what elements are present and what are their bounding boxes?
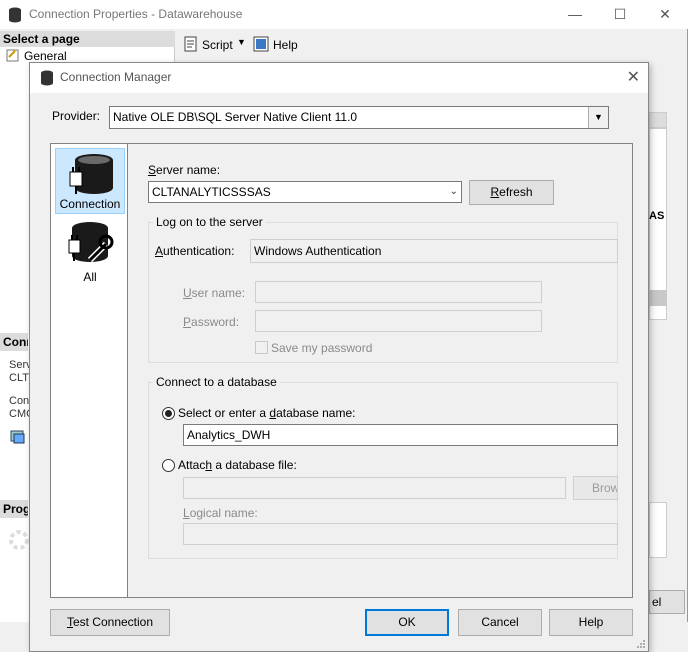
resize-grip-icon[interactable] xyxy=(636,639,646,649)
server-name-label: Server name: xyxy=(148,163,221,177)
logical-name-field[interactable] xyxy=(183,523,618,545)
database-wrench-icon xyxy=(68,222,114,263)
logon-group-title: Log on to the server xyxy=(153,215,266,229)
authentication-label: Authentication: xyxy=(155,244,235,258)
browse-button[interactable]: Brow xyxy=(573,476,618,500)
database-name-combo[interactable]: Analytics_DWH xyxy=(183,424,618,446)
save-password-label: Save my password xyxy=(271,341,373,355)
bg-titlebar: Connection Properties - Datawarehouse — … xyxy=(0,0,688,29)
password-field[interactable] xyxy=(255,310,542,332)
bg-window-title: Connection Properties - Datawarehouse xyxy=(29,7,243,21)
bg-server-value: CLT xyxy=(9,372,29,384)
bg-grid-selected-row xyxy=(649,290,667,306)
authentication-value: Windows Authentication xyxy=(254,244,382,258)
server-name-value: CLTANALYTICSSSAS xyxy=(152,185,271,199)
refresh-button[interactable]: Refresh xyxy=(469,180,554,205)
nav-all-label: All xyxy=(83,270,97,284)
authentication-select[interactable]: Windows Authentication xyxy=(250,239,618,263)
help-button[interactable]: Help xyxy=(273,38,298,52)
nav-panel: Connection All xyxy=(50,143,128,598)
connection-page: Server name: CLTANALYTICSSSAS ⌄ Refresh … xyxy=(128,143,633,598)
select-page-header: Select a page xyxy=(0,31,175,47)
maximize-button[interactable]: ☐ xyxy=(605,4,635,24)
bg-server-label: Serv xyxy=(9,359,29,371)
chevron-down-icon[interactable]: ▼ xyxy=(588,107,608,128)
progress-spinner-icon xyxy=(9,530,29,550)
connection-section-head: Conn xyxy=(0,333,28,351)
provider-label: Provider: xyxy=(52,109,101,123)
chevron-down-icon[interactable]: ⌄ xyxy=(450,182,458,202)
view-connection-icon[interactable] xyxy=(10,429,26,445)
progress-section-head: Prog xyxy=(0,500,28,518)
save-password-checkbox[interactable] xyxy=(255,341,268,354)
minimize-button[interactable]: — xyxy=(560,4,590,24)
page-general[interactable]: General xyxy=(24,49,67,63)
general-page-icon xyxy=(6,49,19,62)
ok-button[interactable]: OK xyxy=(365,609,449,636)
select-database-label: Select or enter a database name: xyxy=(178,406,356,420)
close-button[interactable]: ✕ xyxy=(650,4,680,24)
script-dropdown-icon[interactable]: ▼ xyxy=(237,37,246,47)
attach-file-field[interactable] xyxy=(183,477,566,499)
select-database-radio[interactable] xyxy=(162,407,175,420)
attach-file-label: Attach a database file: xyxy=(178,458,297,472)
bg-right-partial: AS xyxy=(649,210,665,222)
help-button[interactable]: Help xyxy=(549,609,633,636)
bg-connection-value: CMC xyxy=(9,408,29,420)
database-icon xyxy=(41,70,53,86)
cancel-button[interactable]: Cancel xyxy=(458,609,542,636)
script-icon xyxy=(184,36,197,52)
script-button[interactable]: Script xyxy=(202,38,233,52)
database-name-value: Analytics_DWH xyxy=(187,428,271,442)
database-plug-icon xyxy=(69,154,113,194)
database-icon xyxy=(9,7,21,23)
bg-progress-box xyxy=(649,502,667,558)
nav-item-connection[interactable]: Connection xyxy=(55,148,125,214)
provider-value: Native OLE DB\SQL Server Native Client 1… xyxy=(113,110,358,124)
server-name-combo[interactable]: CLTANALYTICSSSAS ⌄ xyxy=(148,181,462,203)
connection-manager-dialog: Connection Manager ✕ Provider: Native OL… xyxy=(29,62,649,652)
attach-file-radio[interactable] xyxy=(162,459,175,472)
bg-connection-label: Conn xyxy=(9,395,29,407)
password-label: Password: xyxy=(183,315,240,329)
user-name-field[interactable] xyxy=(255,281,542,303)
database-group-title: Connect to a database xyxy=(153,375,280,389)
help-icon xyxy=(253,36,269,52)
dialog-titlebar: Connection Manager ✕ xyxy=(30,63,648,93)
dialog-close-button[interactable]: ✕ xyxy=(627,67,640,87)
logical-name-label: Logical name: xyxy=(183,506,258,520)
user-name-label: User name: xyxy=(183,286,246,300)
provider-select[interactable]: Native OLE DB\SQL Server Native Client 1… xyxy=(109,106,609,129)
bg-grid-header xyxy=(649,112,667,128)
test-connection-button[interactable]: Test Connection xyxy=(50,609,170,636)
bg-cancel-button[interactable]: el xyxy=(649,590,685,614)
nav-connection-label: Connection xyxy=(59,197,121,211)
nav-item-all[interactable]: All xyxy=(55,220,125,286)
dialog-title: Connection Manager xyxy=(60,70,172,84)
